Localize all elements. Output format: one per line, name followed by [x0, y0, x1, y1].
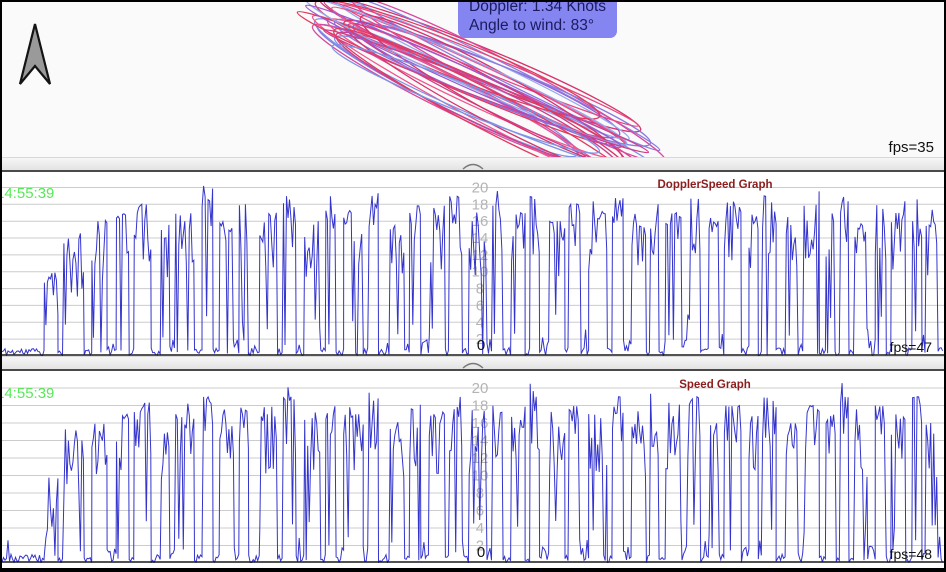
pane-divider-2[interactable]	[2, 356, 944, 371]
doppler-tooltip: Doppler: 1.34 Knots Angle to wind: 83°	[458, 0, 617, 38]
dopplerspeed-graph-title: DopplerSpeed Graph	[615, 179, 815, 191]
svg-text:18: 18	[472, 398, 489, 415]
dopplerspeed-graph-panel[interactable]: fps=47 2468101214161820 0 DopplerSpeed G…	[2, 174, 944, 356]
pane-divider-1[interactable]	[2, 157, 944, 172]
window-border-bottom	[0, 568, 946, 572]
svg-text:8: 8	[476, 281, 484, 298]
map-fps-label: fps=35	[889, 139, 934, 156]
window-border-top	[0, 0, 946, 2]
svg-text:4: 4	[476, 520, 484, 537]
window-border-left	[0, 0, 2, 572]
speed-graph-panel[interactable]: fps=48 2468101214161820 0 Speed Graph 14…	[2, 374, 944, 563]
svg-text:14: 14	[472, 230, 489, 247]
svg-text:20: 20	[472, 380, 489, 397]
tooltip-doppler-line: Doppler: 1.34 Knots	[469, 0, 606, 16]
svg-text:20: 20	[472, 180, 489, 197]
svg-text:18: 18	[472, 196, 489, 213]
speed-fps-label: fps=48	[890, 546, 932, 562]
svg-text:16: 16	[472, 415, 489, 432]
dopplerspeed-zero-tick: 0	[472, 337, 490, 354]
speed-graph-title: Speed Graph	[615, 379, 815, 391]
dopplerspeed-fps-label: fps=47	[890, 339, 932, 355]
tooltip-angle-line: Angle to wind: 83°	[469, 16, 606, 35]
speed-timestamp: 14:55:39	[0, 385, 54, 402]
north-arrow-icon	[12, 20, 58, 90]
speed-graph-plot[interactable]: 2468101214161820	[2, 374, 944, 563]
divider-handle-icon[interactable]	[460, 360, 486, 370]
dopplerspeed-timestamp: 14:55:39	[0, 185, 54, 202]
map-panel[interactable]: Doppler: 1.34 Knots Angle to wind: 83° f…	[2, 2, 944, 157]
speed-zero-tick: 0	[472, 544, 490, 561]
divider-handle-icon[interactable]	[460, 161, 486, 171]
app-window: Doppler: 1.34 Knots Angle to wind: 83° f…	[0, 0, 946, 572]
svg-text:16: 16	[472, 213, 489, 230]
dopplerspeed-graph-plot[interactable]: 2468101214161820	[2, 174, 944, 356]
